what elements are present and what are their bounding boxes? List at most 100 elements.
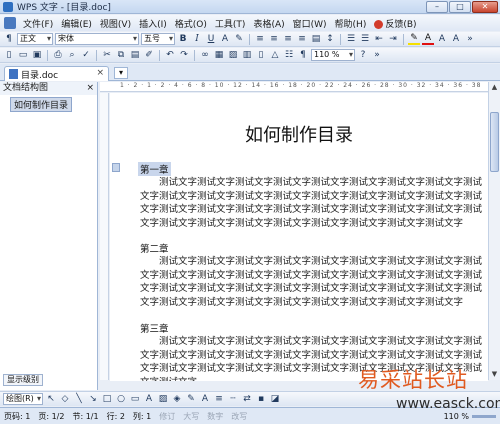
- chart-icon[interactable]: ▥: [241, 50, 253, 61]
- 3d-icon[interactable]: ◪: [269, 394, 281, 405]
- cut-icon[interactable]: ✂: [101, 50, 113, 61]
- status-revision[interactable]: 修订: [159, 411, 175, 422]
- align-center-icon[interactable]: ≡: [268, 34, 280, 45]
- style-select[interactable]: 正文: [17, 33, 53, 45]
- line-color-icon[interactable]: ✎: [185, 394, 197, 405]
- zoom-select[interactable]: 110 %: [311, 49, 355, 61]
- menu-view[interactable]: 视图(V): [96, 17, 135, 30]
- numbering-icon[interactable]: ☰: [345, 34, 357, 45]
- wordart-icon[interactable]: A: [143, 394, 155, 405]
- italic-button[interactable]: I: [191, 34, 203, 45]
- print-preview-icon[interactable]: ⌕: [66, 50, 78, 61]
- chapter-heading-2: 第二章: [140, 244, 169, 255]
- standard-toolbar: ▯ ▭ ▣ ⎙ ⌕ ✓ ✂ ⧉ ▤ ✐ ↶ ↷ ∞ ▦ ▨ ▥ ▯ △ ☷ ¶ …: [0, 48, 500, 63]
- format-painter-icon[interactable]: ✐: [143, 50, 155, 61]
- drawing-icon[interactable]: △: [269, 50, 281, 61]
- draw-menu-button[interactable]: 绘图(R): [3, 393, 43, 405]
- spellcheck-icon[interactable]: ✓: [80, 50, 92, 61]
- show-marks-icon[interactable]: ¶: [297, 50, 309, 61]
- menu-file[interactable]: 文件(F): [19, 17, 57, 30]
- new-tab-button[interactable]: ▾: [114, 67, 128, 79]
- align-right-icon[interactable]: ≡: [282, 34, 294, 45]
- menu-insert[interactable]: 插入(I): [135, 17, 171, 30]
- font-select[interactable]: 宋体: [55, 33, 139, 45]
- more-icon[interactable]: »: [371, 50, 383, 61]
- close-tab-button[interactable]: ×: [96, 68, 104, 78]
- fill-color-icon[interactable]: ◈: [171, 394, 183, 405]
- undo-icon[interactable]: ↶: [164, 50, 176, 61]
- document-page[interactable]: 如何制作目录 第一章 测试文字测试文字测试文字测试文字测试文字测试文字测试文字测…: [110, 93, 488, 381]
- underline-button[interactable]: U: [205, 34, 217, 45]
- styles-icon[interactable]: ¶: [3, 34, 15, 45]
- oval-icon[interactable]: ○: [115, 394, 127, 405]
- tab-document[interactable]: 目录.doc ×: [4, 66, 109, 81]
- close-panel-button[interactable]: ×: [86, 82, 94, 95]
- hyperlink-icon[interactable]: ∞: [199, 50, 211, 61]
- help-icon[interactable]: ?: [357, 50, 369, 61]
- columns-icon[interactable]: ▯: [255, 50, 267, 61]
- maximize-button[interactable]: □: [449, 1, 471, 13]
- copy-icon[interactable]: ⧉: [115, 50, 127, 61]
- grow-font-icon[interactable]: A: [436, 34, 448, 45]
- status-caps: 大写: [183, 411, 200, 421]
- menu-format[interactable]: 格式(O): [171, 17, 211, 30]
- scroll-up-icon[interactable]: ▲: [490, 83, 499, 92]
- font-size-select[interactable]: 五号: [141, 33, 175, 45]
- show-level-button[interactable]: 显示级别: [3, 374, 43, 386]
- bold-button[interactable]: B: [177, 34, 189, 45]
- scroll-thumb[interactable]: [490, 112, 499, 172]
- menu-table[interactable]: 表格(A): [249, 17, 288, 30]
- textbox-icon[interactable]: ▭: [129, 394, 141, 405]
- table-icon[interactable]: ▦: [213, 50, 225, 61]
- document-menu-icon[interactable]: [4, 17, 16, 29]
- shrink-font-icon[interactable]: A: [450, 34, 462, 45]
- close-window-button[interactable]: ✕: [472, 1, 498, 13]
- insert-picture-icon[interactable]: ▨: [157, 394, 169, 405]
- menu-feedback[interactable]: 反馈(B): [370, 17, 420, 30]
- open-icon[interactable]: ▭: [17, 50, 29, 61]
- menu-edit[interactable]: 编辑(E): [57, 17, 96, 30]
- doc-map-icon[interactable]: ☷: [283, 50, 295, 61]
- format-toolbar: ¶ 正文 宋体 五号 B I U A ✎ ≡ ≡ ≡ ≡ ▤ ↕ ☰ ☰ ⇤ ⇥…: [0, 32, 500, 47]
- font-color-a-icon[interactable]: A: [422, 33, 434, 45]
- paste-icon[interactable]: ▤: [129, 50, 141, 61]
- autoshapes-icon[interactable]: ◇: [59, 394, 71, 405]
- line-spacing-icon[interactable]: ↕: [324, 34, 336, 45]
- save-icon[interactable]: ▣: [31, 50, 43, 61]
- dash-style-icon[interactable]: ┄: [227, 394, 239, 405]
- picture-icon[interactable]: ▨: [227, 50, 239, 61]
- highlight-icon[interactable]: ✎: [408, 33, 420, 45]
- menu-tools[interactable]: 工具(T): [211, 17, 250, 30]
- align-left-icon[interactable]: ≡: [254, 34, 266, 45]
- arrow-style-icon[interactable]: ⇄: [241, 394, 253, 405]
- line-style-icon[interactable]: ≡: [213, 394, 225, 405]
- line-icon[interactable]: ╲: [73, 394, 85, 405]
- distributed-icon[interactable]: ▤: [310, 34, 322, 45]
- outline-item-title[interactable]: 如何制作目录: [10, 97, 73, 112]
- redo-icon[interactable]: ↷: [178, 50, 190, 61]
- select-objects-icon[interactable]: ↖: [45, 394, 57, 405]
- tab-document-label: 目录.doc: [21, 70, 59, 81]
- shadow-icon[interactable]: ▪: [255, 394, 267, 405]
- horizontal-ruler[interactable]: 1 · 2 · 1 · 2 · 4 · 6 · 8 · 10 · 12 · 14…: [100, 82, 490, 92]
- menu-help[interactable]: 帮助(H): [331, 17, 371, 30]
- status-overwrite[interactable]: 改写: [231, 411, 247, 422]
- vertical-ruler[interactable]: [100, 93, 109, 380]
- bullets-icon[interactable]: ☰: [359, 34, 371, 45]
- vertical-scrollbar[interactable]: ▲ ▼: [488, 82, 500, 380]
- font-color-icon[interactable]: A: [219, 34, 231, 45]
- increase-indent-icon[interactable]: ⇥: [387, 34, 399, 45]
- menu-window[interactable]: 窗口(W): [289, 17, 331, 30]
- minimize-button[interactable]: –: [426, 1, 448, 13]
- arrow-icon[interactable]: ↘: [87, 394, 99, 405]
- char-border-icon[interactable]: ✎: [233, 34, 245, 45]
- print-icon[interactable]: ⎙: [52, 50, 64, 61]
- chapter-body-2: 测试文字测试文字测试文字测试文字测试文字测试文字测试文字测试文字测试文字测试文字…: [140, 256, 483, 308]
- document-canvas[interactable]: 如何制作目录 第一章 测试文字测试文字测试文字测试文字测试文字测试文字测试文字测…: [110, 93, 488, 381]
- justify-icon[interactable]: ≡: [296, 34, 308, 45]
- rectangle-icon[interactable]: □: [101, 394, 113, 405]
- decrease-indent-icon[interactable]: ⇤: [373, 34, 385, 45]
- new-document-icon[interactable]: ▯: [3, 50, 15, 61]
- text-color-icon[interactable]: A: [199, 394, 211, 405]
- more-options-icon[interactable]: »: [464, 34, 476, 45]
